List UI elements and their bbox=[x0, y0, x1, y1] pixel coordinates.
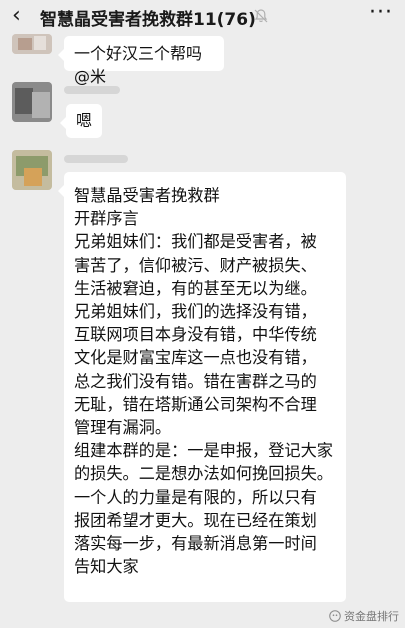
watermark: 资金盘排行 bbox=[329, 608, 399, 624]
message-bubble[interactable]: 嗯 bbox=[60, 104, 102, 138]
back-button[interactable]: ‹ bbox=[12, 3, 21, 29]
wechat-official-account-icon bbox=[329, 610, 341, 622]
sender-name bbox=[64, 155, 128, 163]
chat-title: 智慧晶受害者挽救群11(76) bbox=[40, 10, 256, 30]
chat-header: ‹ 智慧晶受害者挽救群11(76) ··· bbox=[0, 0, 405, 34]
chevron-left-icon: ‹ bbox=[12, 3, 21, 28]
avatar[interactable] bbox=[12, 150, 52, 190]
message-text: 嗯 bbox=[76, 111, 93, 130]
more-button[interactable]: ··· bbox=[369, 0, 393, 25]
bell-off-icon bbox=[254, 9, 268, 23]
avatar[interactable] bbox=[12, 34, 52, 54]
avatar[interactable] bbox=[12, 82, 52, 122]
message-text: 智慧晶受害者挽救群 开群序言 兄弟姐妹们：我们都是受害者，被 害苦了，信仰被污、… bbox=[74, 186, 333, 577]
sender-name bbox=[64, 86, 120, 94]
message-bubble[interactable]: 一个好汉三个帮吗@米 bbox=[58, 36, 224, 86]
message-bubble[interactable]: 智慧晶受害者挽救群 开群序言 兄弟姐妹们：我们都是受害者，被 害苦了，信仰被污、… bbox=[58, 172, 346, 602]
watermark-text: 资金盘排行 bbox=[344, 610, 399, 623]
